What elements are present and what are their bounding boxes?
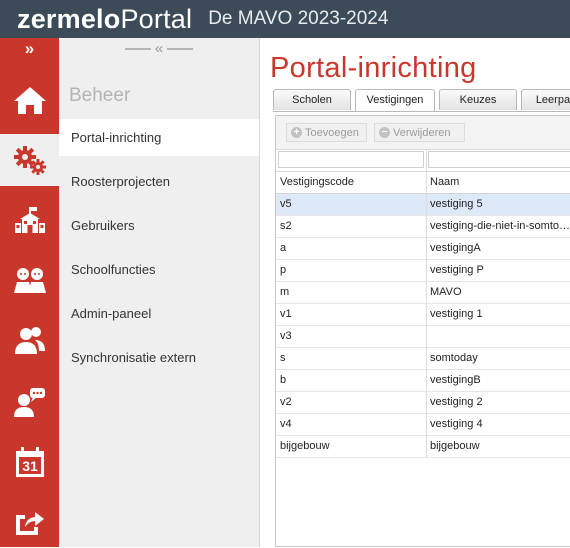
plus-circle-icon: + [291,127,302,138]
calendar-icon: 31 [15,447,44,477]
cell-vestigingscode: b [280,374,287,386]
rail-calendar[interactable]: 31 [0,436,59,488]
table-row[interactable]: v5 vestiging 5 [276,194,570,216]
grid-toolbar: + Toevoegen − Verwijderen [276,116,570,150]
row-column-divider [426,194,427,458]
brand-name-light: Portal [120,4,193,34]
vestigingen-grid: + Toevoegen − Verwijderen Vestigingscode… [275,115,570,547]
rail-school[interactable] [0,194,59,246]
school-icon [14,207,45,233]
tabs-underline [273,111,570,112]
remove-button-label: Verwijderen [393,127,451,139]
brand-name-bold: zermelo [17,4,121,34]
minus-circle-icon: − [379,127,390,138]
add-button[interactable]: + Toevoegen [286,123,367,142]
brand-logo[interactable]: zermeloPortal [17,0,192,38]
table-row[interactable]: p vestiging P [276,260,570,282]
table-row[interactable]: s2 vestiging-die-niet-in-somtoday-staat [276,216,570,238]
tab-bar: Scholen Vestigingen Keuzes Leerpad [273,89,570,111]
table-row[interactable]: b vestigingB [276,370,570,392]
users-icon [14,327,45,354]
top-header: zermeloPortal De MAVO 2023-2024 [0,0,570,38]
cell-vestigingscode: s2 [280,220,292,232]
cell-naam: vestigingB [430,374,481,386]
filter-naam-input[interactable] [428,151,570,168]
column-header-vestigingscode[interactable]: Vestigingscode [280,176,354,188]
rail-beheer[interactable] [0,134,59,186]
cell-vestigingscode: m [280,286,290,298]
cell-naam: somtoday [430,352,478,364]
nav-item-admin-paneel[interactable]: Admin-paneel [59,295,259,332]
table-row[interactable]: s somtoday [276,348,570,370]
cell-naam: vestiging P [430,264,484,276]
table-row[interactable]: v4 vestiging 4 [276,414,570,436]
nav-item-schoolfuncties[interactable]: Schoolfuncties [59,251,259,288]
cell-naam: vestigingA [430,242,481,254]
table-row[interactable]: bijgebouw bijgebouw [276,436,570,458]
cell-vestigingscode: v3 [280,330,292,342]
table-row[interactable]: m MAVO [276,282,570,304]
rail-home[interactable] [0,74,59,126]
cell-naam: vestiging 2 [430,396,483,408]
table-row[interactable]: v2 vestiging 2 [276,392,570,414]
page-title: Portal-inrichting [270,52,477,84]
beheer-nav-panel: « Beheer Portal-inrichting Roosterprojec… [59,38,259,547]
tab-scholen[interactable]: Scholen [273,89,351,110]
cell-vestigingscode: v2 [280,396,292,408]
cell-vestigingscode: bijgebouw [280,440,330,452]
cell-naam: vestiging 5 [430,198,483,210]
cell-naam: bijgebouw [430,440,480,452]
calendar-day-number: 31 [22,458,38,474]
chat-person-icon [13,388,45,417]
nav-item-roosterprojecten[interactable]: Roosterprojecten [59,163,259,200]
collapse-divider-right [167,48,194,50]
cell-vestigingscode: p [280,264,287,276]
tab-vestigingen[interactable]: Vestigingen [355,89,435,111]
table-header: Vestigingscode Naam [276,171,570,194]
table-row[interactable]: a vestigingA [276,238,570,260]
share-icon [15,512,44,535]
filter-row [276,149,570,172]
gears-icon [13,146,46,175]
rail-share[interactable] [0,496,59,548]
cell-vestigingscode: v1 [280,308,292,320]
nav-item-portal-inrichting[interactable]: Portal-inrichting [59,119,259,156]
filter-vestigingscode-input[interactable] [278,151,424,168]
expand-menu-button[interactable]: » [0,38,59,64]
cell-naam: vestiging 1 [430,308,483,320]
cell-vestigingscode: s [280,352,286,364]
nav-heading: Beheer [69,85,131,106]
table-row[interactable]: v1 vestiging 1 [276,304,570,326]
tab-leerpad[interactable]: Leerpad [521,89,570,110]
collapse-nav-button[interactable]: « [113,40,205,57]
nav-item-synchronisatie-extern[interactable]: Synchronisatie extern [59,339,259,376]
cell-naam: MAVO [430,286,462,298]
rail-students[interactable] [0,254,59,306]
icon-rail: » 31 [0,38,59,547]
cell-naam: vestiging 4 [430,418,483,430]
tab-keuzes[interactable]: Keuzes [439,89,517,110]
school-year-title: De MAVO 2023-2024 [208,8,389,29]
cell-vestigingscode: v4 [280,418,292,430]
cell-vestigingscode: v5 [280,198,292,210]
main-content: Portal-inrichting Scholen Vestigingen Ke… [259,38,570,547]
remove-button[interactable]: − Verwijderen [374,123,465,142]
column-divider [426,149,427,194]
students-icon [13,268,46,293]
cell-vestigingscode: a [280,242,287,254]
nav-item-gebruikers[interactable]: Gebruikers [59,207,259,244]
collapse-divider-left [124,48,151,50]
column-header-naam[interactable]: Naam [430,176,459,188]
home-icon [13,87,46,114]
chevrons-left-icon: « [154,40,164,57]
table-row[interactable]: v3 [276,326,570,348]
cell-naam: vestiging-die-niet-in-somtoday-staat [430,220,570,232]
add-button-label: Toevoegen [305,127,359,139]
rail-users[interactable] [0,314,59,366]
rail-chat-person[interactable] [0,376,59,428]
